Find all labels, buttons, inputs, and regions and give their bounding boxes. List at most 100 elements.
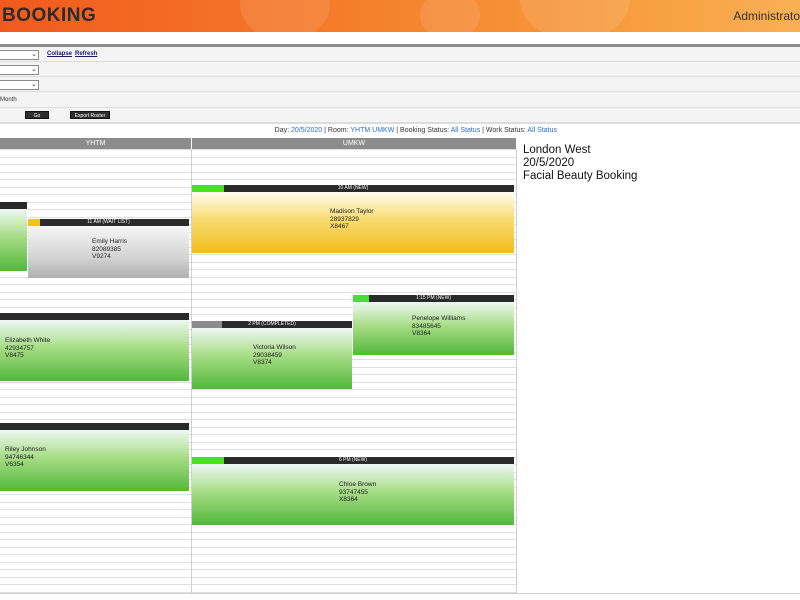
chevron-down-icon: ⌄ [31,51,37,58]
booking-header[interactable]: 1:15 PM (NEW) [353,295,514,302]
time-slot-line [0,569,191,570]
booking-header[interactable]: 6 PM (NEW) [192,457,514,464]
time-slot-line [0,412,191,413]
time-slot-line [0,502,191,503]
customer-name: Emily Harris [92,238,128,245]
booking-card[interactable]: Emily Harris 82089385 V9274 [28,226,189,278]
time-slot-line [192,262,516,263]
filter-summary: Day: 20/5/2020 | Room: YHTM UMKW | Booki… [0,123,800,137]
time-slot-line [192,397,516,398]
customer-phone: 28937829 [330,215,359,223]
customer-phone: 42934757 [5,344,34,352]
app-logo: BOOKING [2,5,97,26]
time-slot-line [0,209,191,210]
work-status-label: | Work Status: [482,127,526,134]
booking-card[interactable]: Victoria Wilson 29038459 V8374 [192,328,352,389]
time-slot-line [0,509,191,510]
time-slot-line [0,164,191,165]
booking-time-status: 6 PM (NEW) [338,457,368,463]
time-slot-line [0,397,191,398]
time-slot-line [192,284,516,285]
time-slot-line [192,277,516,278]
status-indicator [28,219,40,226]
time-slot-line [192,404,516,405]
time-slot-line [192,172,516,173]
time-slot-line [0,494,191,495]
booking-ref: X8364 [339,496,358,503]
day-label: Day: [274,127,290,134]
export-roster-button[interactable]: Export Roster [70,111,110,119]
time-slot-line [192,164,516,165]
customer-name: Elizabeth White [5,337,51,344]
room-label: | Room: [324,127,349,134]
app-header: BOOKING Administrator [0,0,800,32]
booking-time-status: 1:15 PM (NEW) [415,295,451,301]
time-slot-line [192,539,516,540]
time-slot-line [0,389,191,390]
booking-ref: V9274 [92,253,111,260]
booking-card[interactable]: Riley Johnson 94746344 V6354 [0,430,189,491]
booking-header[interactable] [0,313,189,320]
time-slot-line [192,254,516,255]
room-link[interactable]: YHTM UMKW [350,127,394,134]
booking-time-status: 11 AM (WAIT LIST) [87,219,130,225]
chevron-down-icon: ⌄ [31,66,37,73]
time-slot-line [192,554,516,555]
month-label: Month [0,97,17,103]
time-slot-line [0,419,191,420]
select-dropdown-1[interactable]: ⌄ [0,50,39,60]
time-slot-line [192,292,516,293]
booking-header[interactable]: 2 PM (COMPLETED) [192,321,352,328]
time-slot-line [192,449,516,450]
booking-details: Elizabeth White 42934757 V8475 [5,337,50,360]
time-slot-line [0,157,191,158]
booking-ref: V6354 [5,461,24,468]
time-slot-line [0,172,191,173]
booking-card[interactable] [0,209,27,271]
customer-phone: 93747455 [339,488,368,496]
booking-header[interactable] [0,202,27,209]
booking-card[interactable]: Chloe Brown 93747455 X8364 [192,464,514,525]
booking-card[interactable]: Penelope Williams 83485645 V8364 [353,302,514,355]
time-slot-line [192,569,516,570]
control-row-1: ⌄ Collapse Refresh [0,47,800,62]
booking-header[interactable] [0,423,189,430]
time-slot-line [192,577,516,578]
select-dropdown-2[interactable]: ⌄ [0,65,39,75]
time-slot-line [192,419,516,420]
time-slot-line [0,202,191,203]
time-slot-line [192,584,516,585]
time-slot-line [0,149,191,150]
user-name[interactable]: Administrator [733,9,800,23]
booking-details: Victoria Wilson 29038459 V8374 [253,344,296,367]
control-row-2: ⌄ [0,62,800,77]
day-link[interactable]: 20/5/2020 [291,127,322,134]
booking-ref: V8475 [5,352,24,359]
booking-status-link[interactable]: All Status [451,127,481,134]
header-decoration [240,0,330,32]
collapse-link[interactable]: Collapse [47,51,72,57]
booking-details: Madison Taylor 28937829 X8467 [330,208,374,231]
time-slot-line [192,179,516,180]
go-button[interactable]: Go [25,111,49,119]
booking-info-panel: London West 20/5/2020 Facial Beauty Book… [523,144,637,183]
refresh-link[interactable]: Refresh [75,51,97,57]
work-status-link[interactable]: All Status [527,127,557,134]
status-indicator [353,295,369,302]
time-slot-line [0,217,191,218]
time-slot-line [0,284,191,285]
booking-header[interactable]: 10 AM (NEW) [192,185,514,192]
control-row-4: Month [0,92,800,108]
location-name: London West [523,144,591,156]
booking-card[interactable]: Elizabeth White 42934757 V8475 [0,320,189,381]
booking-time-status: 10 AM (NEW) [337,185,369,191]
booking-header[interactable]: 11 AM (WAIT LIST) [28,219,189,226]
select-dropdown-3[interactable]: ⌄ [0,80,39,90]
time-slot-line [0,539,191,540]
booking-card[interactable]: Madison Taylor 28937829 X8467 [192,192,514,253]
customer-name: Chloe Brown [339,481,377,488]
time-slot-line [192,389,516,390]
booking-date: 20/5/2020 [523,157,575,169]
customer-name: Riley Johnson [5,446,46,453]
booking-details: Emily Harris 82089385 V9274 [92,238,127,261]
